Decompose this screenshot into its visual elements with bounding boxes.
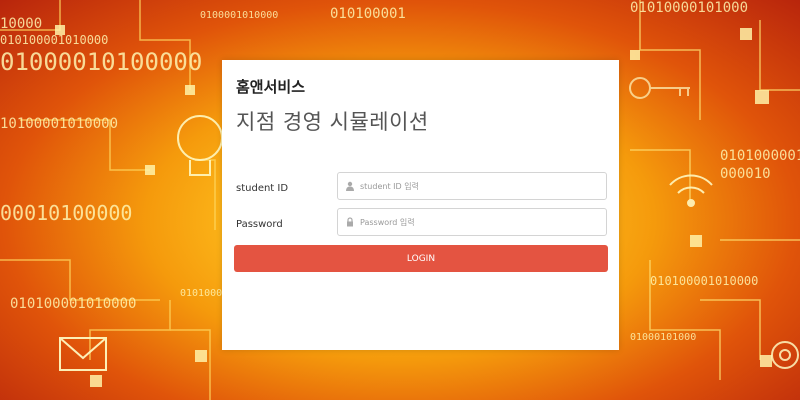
svg-text:10000: 10000 xyxy=(0,16,42,32)
password-label: Password xyxy=(236,219,283,230)
svg-text:0101000001: 0101000001 xyxy=(720,148,800,164)
svg-text:000010: 000010 xyxy=(720,166,771,182)
user-icon xyxy=(344,180,356,192)
svg-text:010100001010000: 010100001010000 xyxy=(0,33,108,47)
company-name: 홈앤서비스 xyxy=(236,78,306,96)
student-id-input[interactable]: student ID 입력 xyxy=(337,172,607,200)
svg-text:00010100000: 00010100000 xyxy=(0,201,132,225)
student-id-label: student ID xyxy=(236,183,289,194)
svg-text:01000101000: 01000101000 xyxy=(630,332,696,343)
svg-text:010100001010000: 010100001010000 xyxy=(650,274,758,288)
lock-icon xyxy=(344,216,356,228)
student-id-placeholder: student ID 입력 xyxy=(360,181,419,191)
svg-text:01010000101000: 01010000101000 xyxy=(630,0,748,16)
svg-text:01000010100000: 01000010100000 xyxy=(0,48,202,76)
svg-text:0100001010000: 0100001010000 xyxy=(200,10,278,21)
password-placeholder: Password 입력 xyxy=(360,217,415,227)
login-card: 홈앤서비스 지점 경영 시뮬레이션 student ID student ID … xyxy=(222,60,619,350)
svg-text:10100001010000: 10100001010000 xyxy=(0,116,118,132)
password-input[interactable]: Password 입력 xyxy=(337,208,607,236)
svg-text:01010000: 01010000 xyxy=(180,288,228,299)
svg-text:010100001010000: 010100001010000 xyxy=(10,296,136,312)
login-button[interactable]: LOGIN xyxy=(234,245,608,272)
app-title: 지점 경영 시뮬레이션 xyxy=(236,110,429,134)
svg-text:010100001: 010100001 xyxy=(330,6,406,22)
